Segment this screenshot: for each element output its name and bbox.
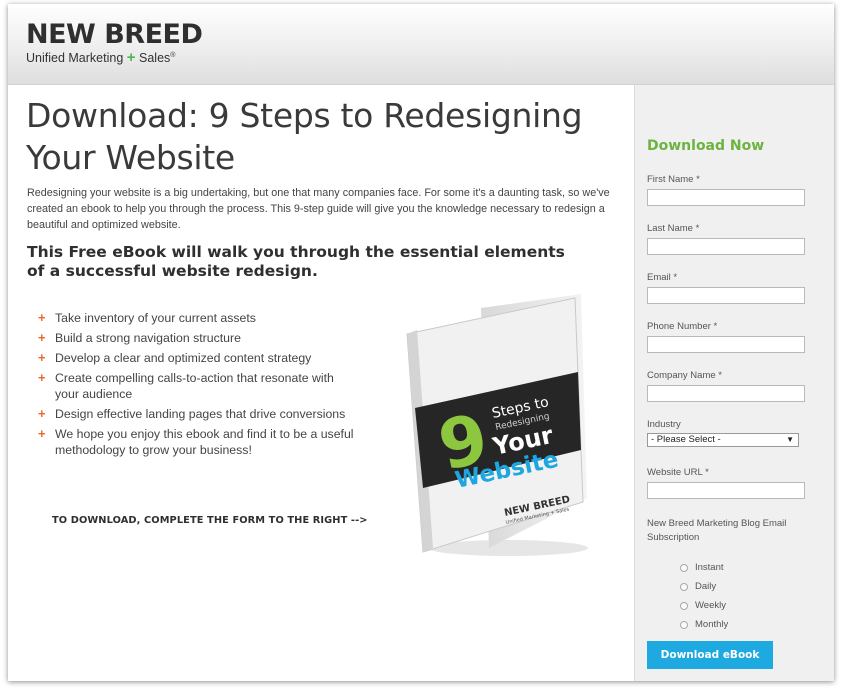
logo-tagline-part1: Unified Marketing (26, 51, 124, 66)
website-input[interactable] (647, 482, 805, 499)
company-field-group: Company Name * (647, 370, 807, 402)
plus-bullet-icon: + (38, 426, 46, 441)
first-name-field-group: First Name * (647, 174, 807, 206)
plus-bullet-icon: + (38, 370, 46, 385)
list-item-text: We hope you enjoy this ebook and find it… (55, 427, 354, 457)
list-item: + Build a strong navigation structure (38, 330, 358, 346)
form-title: Download Now (647, 138, 765, 154)
page-header: NEW BREED Unified Marketing + Sales® (8, 4, 834, 85)
subscription-options: Instant Daily Weekly Monthly (680, 558, 728, 634)
company-label: Company Name * (647, 370, 722, 381)
logo-registered-mark: ® (170, 52, 176, 59)
phone-field-group: Phone Number * (647, 321, 807, 353)
download-ebook-button[interactable]: Download eBook (647, 641, 773, 669)
email-field-group: Email * (647, 272, 807, 304)
radio-label: Weekly (695, 600, 726, 611)
radio-button[interactable] (680, 601, 688, 610)
subscription-label: New Breed Marketing Blog Email Subscript… (647, 518, 787, 543)
plus-bullet-icon: + (38, 350, 46, 365)
plus-bullet-icon: + (38, 310, 46, 325)
email-label: Email * (647, 272, 678, 283)
list-item: + Create compelling calls-to-action that … (38, 370, 358, 402)
list-item-text: Create compelling calls-to-action that r… (55, 371, 334, 401)
radio-button[interactable] (680, 620, 688, 629)
subscription-field-group: New Breed Marketing Blog Email Subscript… (647, 517, 822, 545)
landing-page: NEW BREED Unified Marketing + Sales® Dow… (8, 4, 834, 681)
main-content: Download: 9 Steps to Redesigning Your We… (8, 85, 634, 681)
plus-bullet-icon: + (38, 406, 46, 421)
radio-option-daily[interactable]: Daily (680, 577, 728, 596)
industry-selected-value: - Please Select - (651, 434, 721, 445)
logo-tagline: Unified Marketing + Sales® (26, 49, 202, 65)
download-instruction: TO DOWNLOAD, COMPLETE THE FORM TO THE RI… (52, 515, 368, 526)
plus-bullet-icon: + (38, 330, 46, 345)
ebook-cover-image: 9 Steps to Redesigning Your Website NEW … (406, 294, 588, 556)
list-item-text: Develop a clear and optimized content st… (55, 351, 312, 365)
website-field-group: Website URL * (647, 467, 807, 499)
industry-field-group: Industry - Please Select - ▼ (647, 419, 807, 447)
list-item: + Design effective landing pages that dri… (38, 406, 358, 422)
radio-button[interactable] (680, 582, 688, 591)
last-name-label: Last Name * (647, 223, 700, 234)
phone-label: Phone Number * (647, 321, 718, 332)
list-item-text: Design effective landing pages that driv… (55, 407, 346, 421)
industry-select[interactable]: - Please Select - ▼ (647, 433, 799, 447)
page-title: Download: 9 Steps to Redesigning Your We… (26, 96, 583, 177)
email-input[interactable] (647, 287, 805, 304)
radio-button[interactable] (680, 563, 688, 572)
intro-paragraph: Redesigning your website is a big undert… (27, 187, 610, 231)
radio-label: Instant (695, 562, 724, 573)
company-input[interactable] (647, 385, 805, 402)
last-name-field-group: Last Name * (647, 223, 807, 255)
first-name-input[interactable] (647, 189, 805, 206)
ebook-subheading: This Free eBook will walk you through th… (27, 243, 565, 280)
benefits-list: + Take inventory of your current assets +… (38, 310, 358, 462)
radio-option-monthly[interactable]: Monthly (680, 615, 728, 634)
list-item-text: Build a strong navigation structure (55, 331, 241, 345)
list-item: + We hope you enjoy this ebook and find i… (38, 426, 358, 458)
new-breed-logo[interactable]: NEW BREED Unified Marketing + Sales® (26, 19, 203, 66)
industry-label: Industry (647, 419, 681, 430)
logo-plus-icon: + (126, 49, 136, 67)
radio-label: Monthly (695, 619, 729, 630)
website-label: Website URL * (647, 467, 709, 478)
logo-wordmark: NEW BREED (26, 19, 203, 50)
first-name-label: First Name * (647, 174, 700, 185)
logo-tagline-part2: Sales (139, 51, 171, 66)
list-item-text: Take inventory of your current assets (55, 311, 256, 325)
radio-label: Daily (695, 581, 717, 592)
download-form: Download Now First Name * Last Name * Em… (634, 85, 834, 681)
list-item: + Develop a clear and optimized content s… (38, 350, 358, 366)
dropdown-arrow-icon: ▼ (786, 435, 794, 444)
phone-input[interactable] (647, 336, 805, 353)
radio-option-instant[interactable]: Instant (680, 558, 728, 577)
list-item: + Take inventory of your current assets (38, 310, 358, 326)
radio-option-weekly[interactable]: Weekly (680, 596, 728, 615)
last-name-input[interactable] (647, 238, 805, 255)
